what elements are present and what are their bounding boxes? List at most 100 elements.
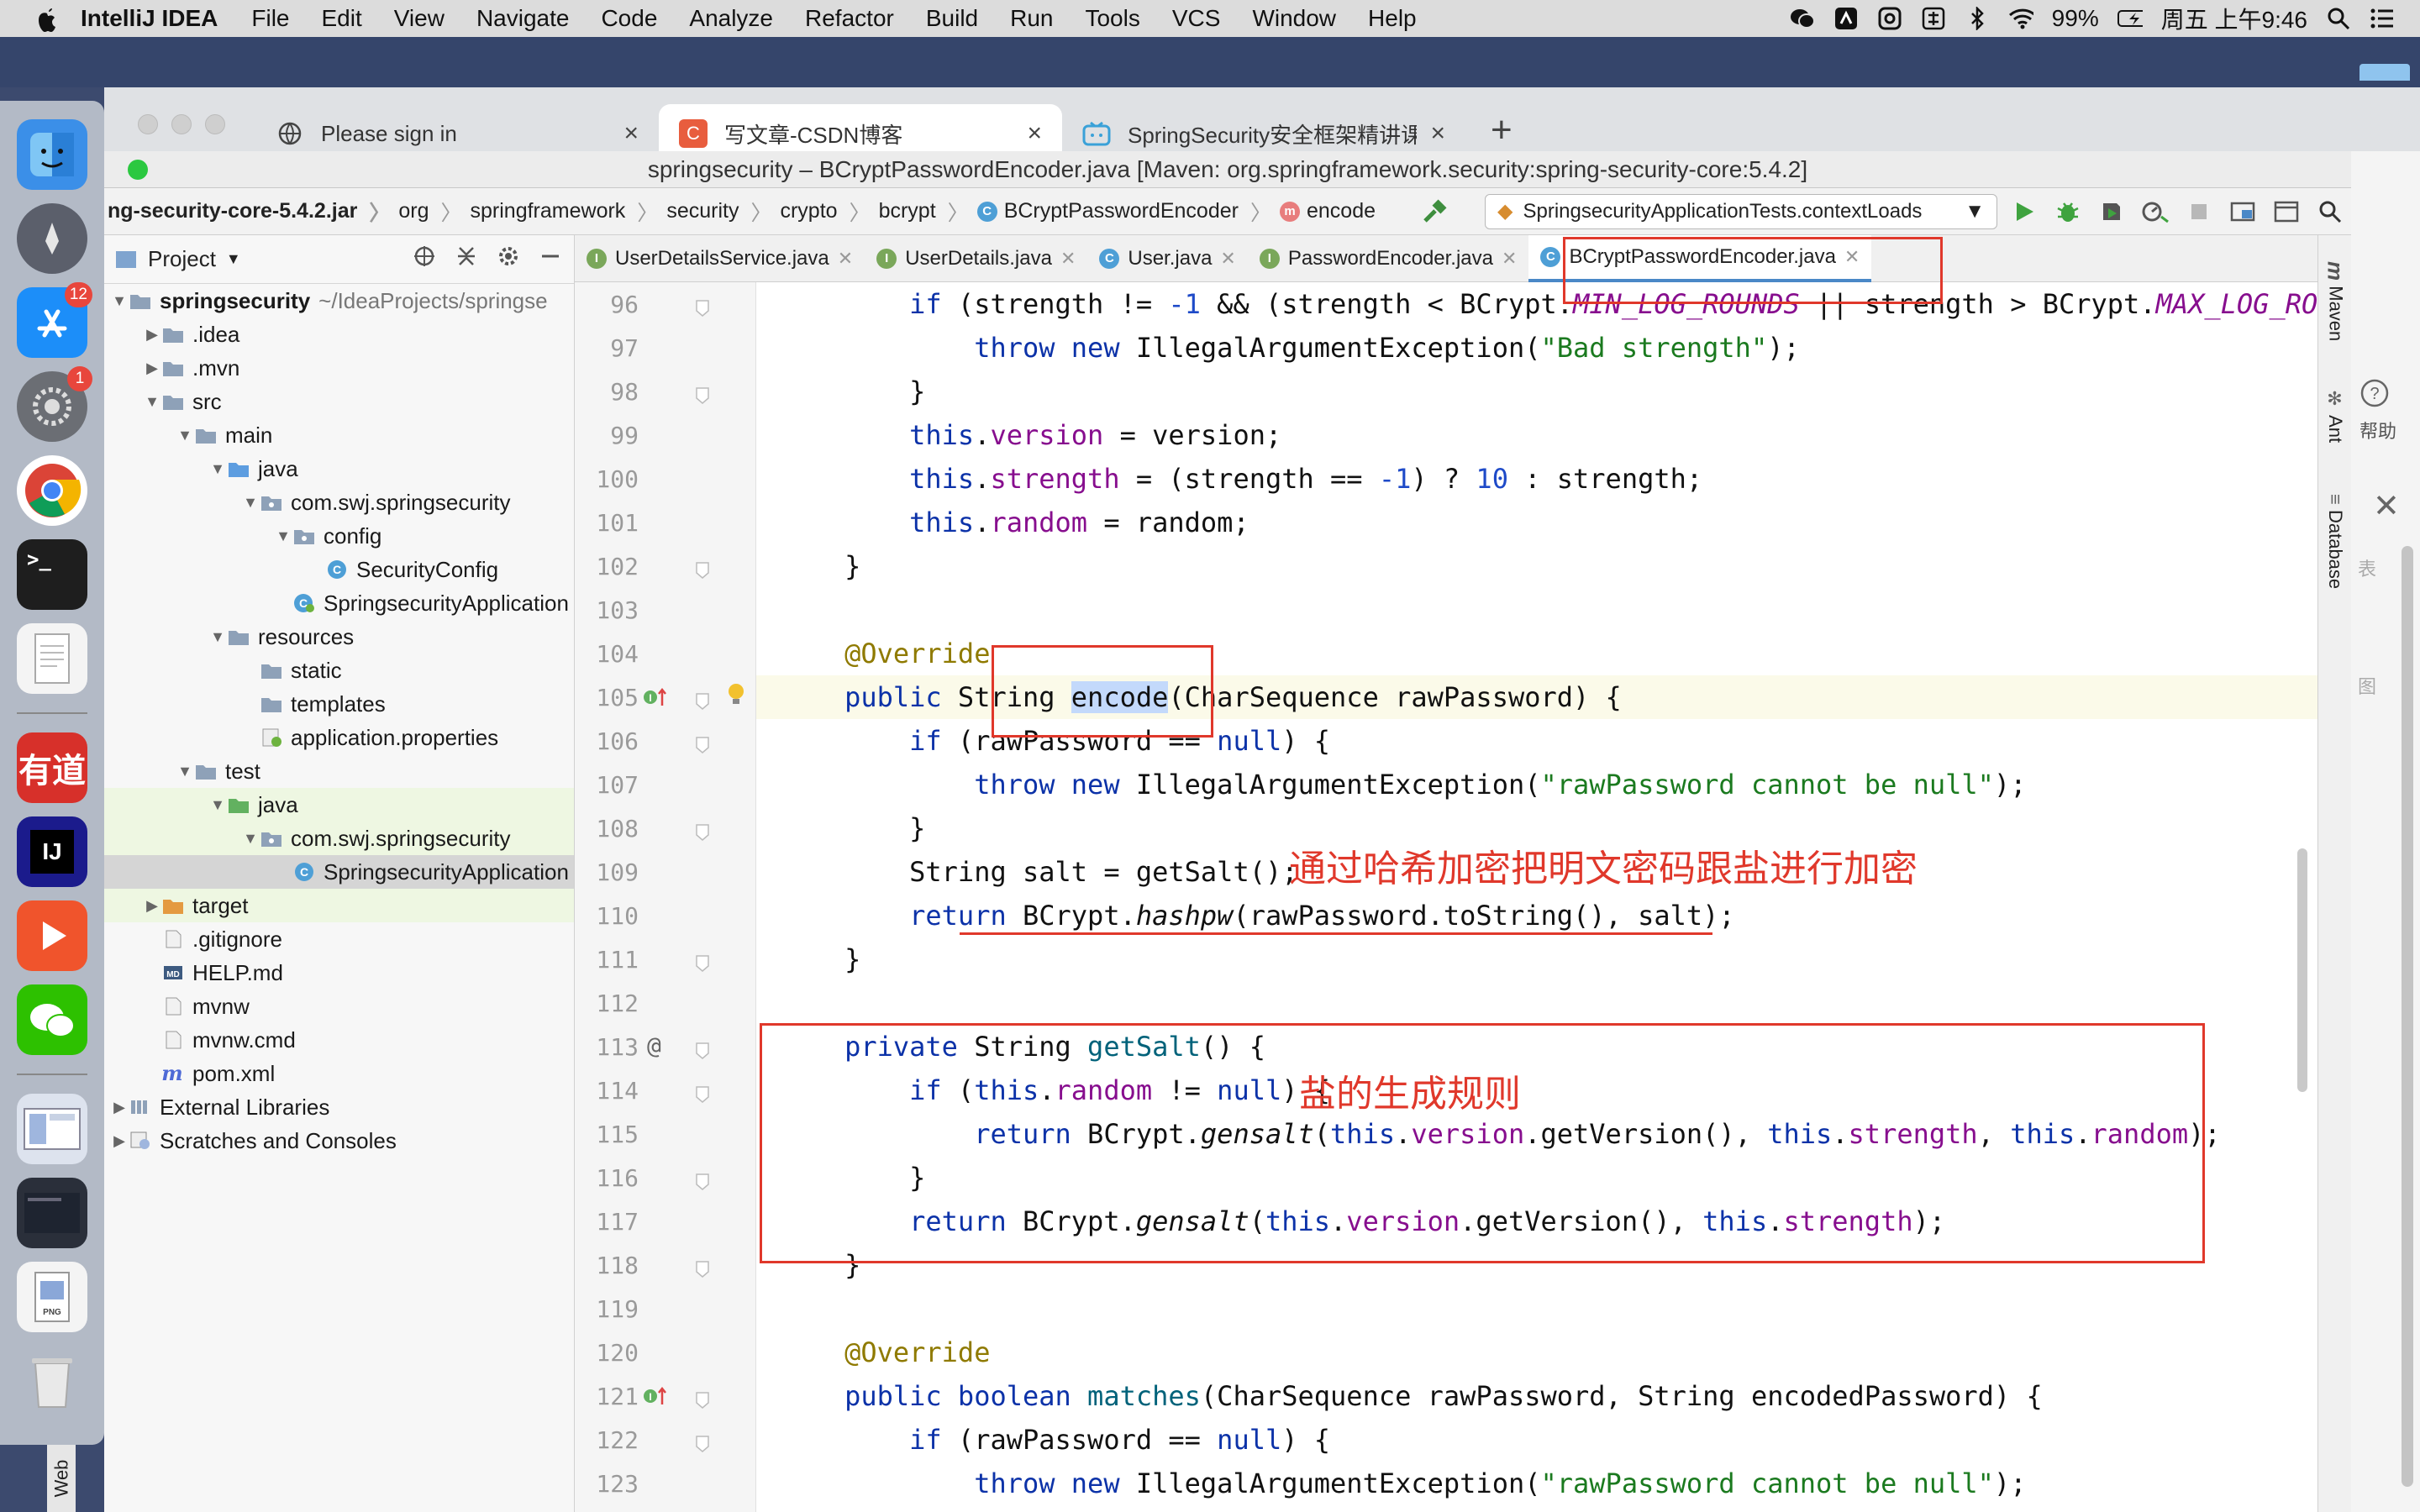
tree-row-springsecurityapplication[interactable]: C SpringsecurityApplication — [104, 855, 574, 889]
gutter-line[interactable]: 111 — [575, 937, 755, 981]
collapse-all-icon[interactable] — [455, 244, 478, 274]
wechat-status-icon[interactable] — [1790, 6, 1815, 31]
tree-row-springsecurityapplication[interactable]: C SpringsecurityApplication — [104, 586, 574, 620]
code-line[interactable]: public String encode (CharSequence rawPas… — [756, 675, 2317, 719]
code-line[interactable]: } — [756, 370, 2317, 413]
gutter-line[interactable]: 118 — [575, 1243, 755, 1287]
expanded-arrow-icon[interactable]: ▼ — [208, 796, 228, 814]
menu-refactor[interactable]: Refactor — [805, 5, 894, 32]
menu-analyze[interactable]: Analyze — [689, 5, 773, 32]
implements-method-icon[interactable]: I — [642, 685, 667, 715]
code-line[interactable]: throw new IllegalArgumentException("rawP… — [756, 763, 2317, 806]
capture-status-icon[interactable] — [1833, 6, 1859, 31]
launchpad-dock-icon[interactable] — [17, 203, 87, 274]
fold-marker-icon[interactable] — [694, 689, 711, 717]
notification-center-icon[interactable] — [2370, 6, 2395, 31]
tree-row-com-swj-springsecurity[interactable]: ▼ com.swj.springsecurity — [104, 822, 574, 855]
gutter-line[interactable]: 109 — [575, 850, 755, 894]
spotlight-search-icon[interactable] — [2326, 6, 2351, 31]
bluetooth-icon[interactable] — [1965, 6, 1990, 31]
code-line[interactable]: this. version = version; — [756, 413, 2317, 457]
breadcrumb-org[interactable]: org 〉 — [398, 197, 461, 227]
editor-tab-userdetailsservice[interactable]: I UserDetailsService.java ✕ — [575, 235, 865, 282]
help-circle-icon[interactable]: ? — [2360, 378, 2390, 412]
gutter-line[interactable]: 97 — [575, 326, 755, 370]
new-tab-button[interactable]: + — [1491, 109, 1512, 151]
expanded-arrow-icon[interactable]: ▼ — [208, 628, 228, 646]
tree-row-java[interactable]: ▼ java — [104, 452, 574, 486]
expanded-arrow-icon[interactable]: ▼ — [175, 763, 195, 780]
code-line[interactable]: return BCrypt. hashpw (rawPassword.toStrin… — [756, 894, 2317, 937]
gutter-line[interactable]: 114 — [575, 1068, 755, 1112]
breadcrumb-springframework[interactable]: springframework 〉 — [471, 197, 659, 227]
code-line[interactable]: throw new IllegalArgumentException("rawP… — [756, 1462, 2317, 1505]
web-tool-window-tab[interactable]: Web — [47, 1445, 76, 1512]
locate-file-icon[interactable] — [413, 244, 436, 274]
tree-row-resources[interactable]: ▼ resources — [104, 620, 574, 654]
fold-marker-icon[interactable] — [694, 296, 711, 323]
close-window-button[interactable] — [138, 114, 158, 134]
gutter-line[interactable]: 108 — [575, 806, 755, 850]
menu-tools[interactable]: Tools — [1085, 5, 1139, 32]
qq-status-icon[interactable] — [1877, 6, 1902, 31]
clock[interactable]: 周五 上午9:46 — [2161, 2, 2307, 35]
gutter-line[interactable]: 99 — [575, 413, 755, 457]
collapsed-arrow-icon[interactable]: ▶ — [142, 326, 162, 344]
tree-row-springsecurity[interactable]: ▼ springsecurity ~/IdeaProjects/springse — [104, 284, 574, 318]
gutter-line[interactable]: 122 — [575, 1418, 755, 1462]
expanded-arrow-icon[interactable]: ▼ — [208, 460, 228, 478]
code-line[interactable]: this. strength = (strength == -1) ? 10 : … — [756, 457, 2317, 501]
usage-marker-icon[interactable]: @ — [647, 1032, 661, 1059]
fold-marker-icon[interactable] — [694, 1431, 711, 1459]
trash-dock-icon[interactable] — [17, 1346, 87, 1416]
png-file-dock-icon[interactable]: PNG — [17, 1262, 87, 1332]
editor-tab-userdetails[interactable]: I UserDetails.java ✕ — [865, 235, 1087, 282]
breadcrumb-crypto[interactable]: crypto 〉 — [780, 197, 870, 227]
code-line[interactable]: this. random = random; — [756, 501, 2317, 544]
close-tab-icon[interactable]: ✕ — [1502, 248, 1517, 270]
fold-marker-icon[interactable] — [694, 1038, 711, 1066]
chevron-down-icon[interactable]: ▼ — [226, 250, 241, 268]
profile-icon[interactable] — [2139, 195, 2172, 228]
tree-row-application-properties[interactable]: application.properties — [104, 721, 574, 754]
code-editor[interactable]: if (strength != -1 && (strength < BCrypt… — [756, 282, 2317, 1512]
debug-icon[interactable] — [2051, 195, 2085, 228]
code-line[interactable]: public boolean matches (CharSequence rawP… — [756, 1374, 2317, 1418]
app-store-dock-icon[interactable]: 12 — [17, 282, 92, 358]
screenshot-thumbnail-dock-icon[interactable] — [17, 1094, 87, 1164]
gutter-line[interactable]: 101 — [575, 501, 755, 544]
wechat-dock-icon[interactable] — [17, 984, 87, 1055]
tree-row-external-libraries[interactable]: ▶ External Libraries — [104, 1090, 574, 1124]
code-line[interactable]: @Override — [756, 632, 2317, 675]
editor-tab-passwordencoder[interactable]: I PasswordEncoder.java ✕ — [1248, 235, 1529, 282]
tree-row-java[interactable]: ▼ java — [104, 788, 574, 822]
tree-row-main[interactable]: ▼ main — [104, 418, 574, 452]
menu-code[interactable]: Code — [601, 5, 657, 32]
code-line[interactable]: } — [756, 544, 2317, 588]
gutter-line[interactable]: 116 — [575, 1156, 755, 1200]
close-icon[interactable]: ✕ — [2373, 487, 2400, 525]
implements-method-icon[interactable]: I — [642, 1384, 667, 1414]
code-line[interactable]: if (rawPassword == null) { — [756, 1418, 2317, 1462]
fold-marker-icon[interactable] — [694, 951, 711, 979]
run-icon[interactable] — [2007, 195, 2041, 228]
code-line[interactable]: } — [756, 937, 2317, 981]
breadcrumb-bcrypt[interactable]: bcrypt 〉 — [879, 197, 969, 227]
gutter-line[interactable]: 117 — [575, 1200, 755, 1243]
search-icon[interactable] — [2313, 195, 2347, 228]
chrome-dock-icon[interactable] — [17, 455, 87, 526]
wifi-icon[interactable] — [2008, 6, 2033, 31]
intention-bulb-icon[interactable] — [726, 682, 746, 713]
gutter-line[interactable]: 106 — [575, 719, 755, 763]
breadcrumb-method[interactable]: m encode — [1280, 199, 1376, 223]
apple-logo-icon[interactable] — [34, 5, 60, 32]
expanded-arrow-icon[interactable]: ▼ — [240, 494, 260, 512]
breadcrumb-security[interactable]: security 〉 — [666, 197, 771, 227]
hide-panel-icon[interactable] — [539, 244, 562, 274]
menu-vcs[interactable]: VCS — [1172, 5, 1221, 32]
gutter-line[interactable]: 100 — [575, 457, 755, 501]
zoom-window-button[interactable] — [128, 160, 148, 180]
database-tool-window-tab[interactable]: ≡ Database — [2318, 470, 2352, 613]
intellij-dock-icon[interactable]: IJ — [17, 816, 87, 887]
tree-row-help-md[interactable]: MD HELP.md — [104, 956, 574, 990]
